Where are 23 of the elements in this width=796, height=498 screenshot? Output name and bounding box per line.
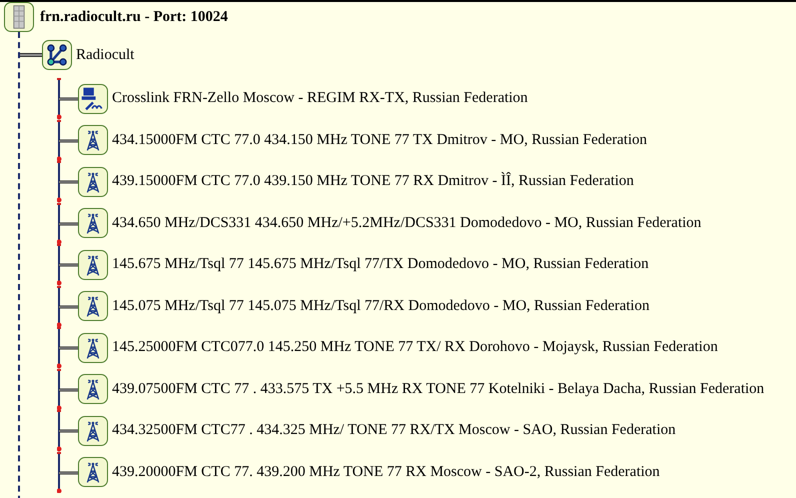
tree-node-label[interactable]: 439.07500FM CTC 77 . 433.575 TX +5.5 MHz RX TONE 77 Kotelniki - Belaya Dacha, Russian Federation: [112, 380, 764, 398]
tree-connector: [57, 286, 78, 327]
tree-connector: [57, 202, 78, 244]
tree-node-label[interactable]: 434.32500FM CTC77 . 434.325 MHz/ TONE 77 RX/TX Moscow - SAO, Russian Federation: [112, 422, 676, 440]
tree-node-label[interactable]: Crosslink FRN-Zello Moscow - REGIM RX-TX, Russian Federation: [112, 90, 528, 108]
tree-connector: [57, 244, 78, 286]
tree-connector: [57, 327, 78, 368]
tree-node-label[interactable]: 145.25000FM CTC077.0 145.250 MHz TONE 77 TX/ RX Dorohovo - Mojaysk, Russian Federation: [112, 339, 718, 356]
tree-connector: [57, 452, 78, 493]
tree-node-label[interactable]: frn.radiocult.ru - Port: 10024: [40, 8, 228, 26]
tree-connector: [57, 368, 78, 410]
tree-connector: [20, 52, 42, 58]
tree-node-label[interactable]: 434.650 MHz/DCS331 434.650 MHz/+5.2MHz/DCS331 Domodedovo - MO, Russian Federation: [112, 214, 702, 232]
tree-node-label[interactable]: 439.15000FM CTC 77.0 439.150 MHz TONE 77 RX Dmitrov - ÌÎ, Russian Federation: [112, 173, 634, 190]
tree-node-label[interactable]: 434.15000FM CTC 77.0 434.150 MHz TONE 77 TX Dmitrov - MO, Russian Federation: [112, 132, 647, 149]
tree-connector: [57, 78, 78, 120]
tree-node-label[interactable]: 145.075 MHz/Tsql 77 145.075 MHz/Tsql 77/RX Domodedovo - MO, Russian Federation: [112, 298, 650, 315]
tree-connector: [57, 410, 78, 452]
tree-connector: [57, 161, 78, 202]
tree-connector: [57, 120, 78, 161]
tree-node-label[interactable]: Radiocult: [76, 46, 134, 64]
tree-node-label[interactable]: 439.20000FM CTC 77. 439.200 MHz TONE 77 RX Moscow - SAO-2, Russian Federation: [112, 464, 660, 481]
tree-node-label[interactable]: 145.675 MHz/Tsql 77 145.675 MHz/Tsql 77/TX Domodedovo - MO, Russian Federation: [112, 256, 649, 274]
